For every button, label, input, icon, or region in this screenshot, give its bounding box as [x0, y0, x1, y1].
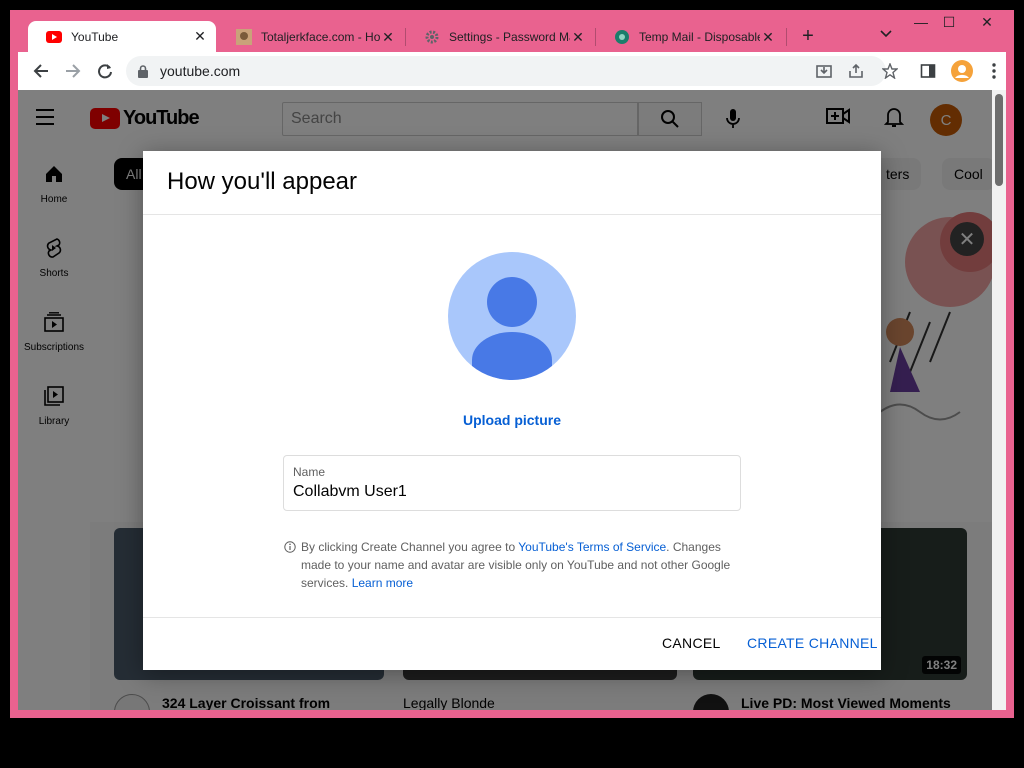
install-app-icon[interactable] — [814, 61, 834, 81]
address-bar[interactable]: youtube.com — [126, 56, 886, 86]
profile-avatar-icon[interactable] — [950, 59, 974, 83]
tab-title: Temp Mail - Disposable — [639, 30, 760, 44]
terms-notice: By clicking Create Channel you agree to … — [284, 538, 734, 592]
tab-title: YouTube — [71, 29, 119, 44]
forward-arrow-icon[interactable] — [62, 60, 84, 82]
close-window-button[interactable]: ✕ — [972, 10, 1002, 34]
page-viewport: YouTube Search C Home S — [18, 90, 992, 710]
new-tab-button[interactable]: + — [796, 26, 820, 48]
dialog-footer: CANCEL CREATE CHANNEL — [143, 617, 881, 670]
youtube-favicon-icon — [46, 29, 62, 45]
learn-more-link[interactable]: Learn more — [352, 576, 413, 590]
tab-title: Settings - Password Ma — [449, 30, 570, 44]
tempmail-favicon-icon — [614, 29, 630, 45]
back-arrow-icon[interactable] — [30, 60, 52, 82]
dialog-title: How you'll appear — [167, 168, 358, 195]
bookmark-star-icon[interactable] — [880, 61, 900, 81]
terms-of-service-link[interactable]: YouTube's Terms of Service — [518, 540, 666, 554]
dialog-header: How you'll appear — [143, 151, 881, 215]
tab-strip: YouTube ✕ Totaljerkface.com - Hom ✕ Sett… — [10, 10, 1014, 52]
name-field-value[interactable]: Collabvm User1 — [293, 483, 407, 501]
page-scrollbar[interactable] — [992, 90, 1006, 710]
terms-text: By clicking Create Channel you agree to — [301, 540, 519, 554]
channel-name-field[interactable]: Name Collabvm User1 — [283, 455, 741, 511]
tab-tempmail[interactable]: Temp Mail - Disposable ✕ — [596, 22, 784, 52]
gear-favicon-icon — [424, 29, 440, 45]
kebab-menu-icon[interactable] — [984, 61, 1004, 81]
share-icon[interactable] — [846, 61, 866, 81]
tab-separator — [786, 28, 787, 46]
cancel-button[interactable]: CANCEL — [662, 635, 721, 651]
url-text: youtube.com — [160, 63, 241, 79]
tab-youtube[interactable]: YouTube ✕ — [28, 21, 216, 52]
close-tab-icon[interactable]: ✕ — [570, 29, 586, 45]
person-icon — [472, 277, 552, 380]
browser-window: YouTube ✕ Totaljerkface.com - Hom ✕ Sett… — [10, 10, 1014, 718]
browser-toolbar: youtube.com — [18, 52, 1006, 90]
name-field-label: Name — [293, 465, 326, 479]
create-channel-button[interactable]: CREATE CHANNEL — [747, 635, 878, 651]
desktop-bottom-bar — [0, 718, 1024, 768]
create-channel-dialog: How you'll appear Upload picture Name Co… — [143, 151, 881, 670]
lock-icon — [138, 64, 150, 78]
maximize-button[interactable]: ☐ — [934, 10, 964, 34]
default-avatar-image[interactable] — [448, 252, 576, 380]
minimize-button[interactable]: — — [906, 10, 936, 34]
tab-title: Totaljerkface.com - Hom — [261, 30, 380, 44]
tab-settings[interactable]: Settings - Password Ma ✕ — [406, 22, 594, 52]
info-icon — [284, 541, 296, 553]
tab-totaljerkface[interactable]: Totaljerkface.com - Hom ✕ — [218, 22, 404, 52]
upload-picture-link[interactable]: Upload picture — [143, 412, 881, 428]
tab-search-chevron-icon[interactable] — [876, 27, 896, 47]
close-tab-icon[interactable]: ✕ — [192, 28, 208, 45]
totaljerkface-favicon-icon — [236, 29, 252, 45]
side-panel-icon[interactable] — [918, 61, 938, 81]
reload-icon[interactable] — [94, 60, 116, 82]
close-tab-icon[interactable]: ✕ — [380, 29, 396, 45]
scrollbar-thumb[interactable] — [995, 94, 1003, 186]
close-tab-icon[interactable]: ✕ — [760, 29, 776, 45]
